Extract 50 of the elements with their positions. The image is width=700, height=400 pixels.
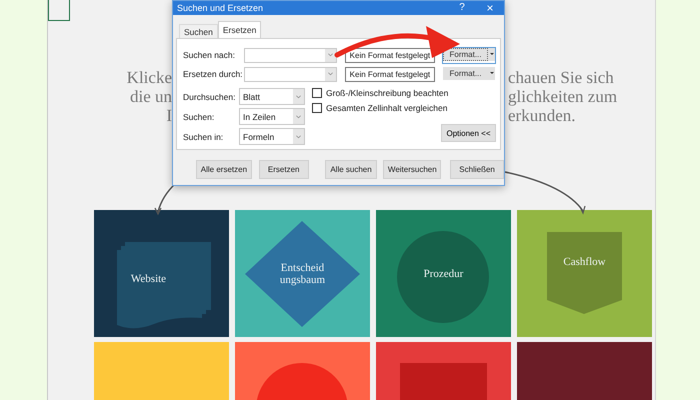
- chevron-down-icon: [296, 134, 301, 138]
- format-button[interactable]: Format...: [443, 48, 488, 60]
- dialog-button[interactable]: Schließen: [450, 160, 504, 179]
- option-label: Durchsuchen:: [183, 92, 236, 102]
- close-button[interactable]: ×: [476, 2, 504, 14]
- checkbox[interactable]: [312, 103, 322, 113]
- shape-tile[interactable]: Cashflow: [517, 210, 652, 337]
- tab[interactable]: Suchen: [179, 24, 218, 38]
- checkbox-label: Gesamten Zellinhalt vergleichen: [326, 103, 448, 113]
- checkbox-label: Groß-/Kleinschreibung beachten: [326, 88, 448, 98]
- tab[interactable]: Ersetzen: [218, 21, 262, 38]
- dialog-button[interactable]: Weitersuchen: [383, 160, 442, 179]
- tile-label: Website: [130, 272, 166, 284]
- shape-tile[interactable]: Entscheid ungsbaum: [235, 210, 370, 337]
- chevron-down-icon: [328, 72, 333, 76]
- dropdown-field[interactable]: Blatt: [239, 88, 305, 105]
- option-label: Suchen in:: [183, 132, 224, 142]
- chevron-down-icon: [296, 94, 301, 98]
- shape-tile[interactable]: Website: [94, 210, 229, 337]
- window-title: Suchen und Ersetzen: [177, 3, 264, 13]
- dialog-button[interactable]: Alle suchen: [324, 160, 378, 179]
- intro-text: Klicke: [126, 68, 172, 87]
- dropdown-field[interactable]: Formeln: [239, 128, 305, 145]
- tile-label: Cashflow: [563, 256, 606, 268]
- help-button[interactable]: ?: [448, 2, 476, 14]
- field-label: Ersetzen durch:: [183, 69, 244, 79]
- checkbox[interactable]: [312, 88, 322, 98]
- combo-field[interactable]: [244, 66, 337, 82]
- intro-text: erkunden.: [508, 106, 576, 125]
- field-label: Suchen nach:: [183, 50, 236, 60]
- option-label: Suchen:: [183, 112, 216, 122]
- format-button[interactable]: Format...: [443, 66, 488, 80]
- intro-text: I: [166, 106, 172, 125]
- chevron-down-icon: [296, 114, 301, 118]
- intro-text: chauen Sie sich: [508, 68, 614, 87]
- dialog-button[interactable]: Ersetzen: [258, 160, 309, 179]
- dialog-button[interactable]: Alle ersetzen: [196, 160, 252, 179]
- intro-text: glichkeiten zum: [508, 87, 618, 106]
- combo-field[interactable]: [244, 48, 337, 62]
- options-button[interactable]: Optionen <<: [441, 124, 496, 142]
- dropdown-button[interactable]: [488, 48, 495, 60]
- intro-text: die un: [130, 87, 172, 106]
- tile-label: Prozedur: [424, 268, 464, 280]
- dropdown-field[interactable]: In Zeilen: [239, 108, 305, 125]
- format-preview: Kein Format festgelegt: [344, 66, 435, 82]
- chevron-down-icon: [328, 53, 333, 57]
- cell-cursor: [48, 0, 70, 21]
- tile-label: Entscheid ungsbaum: [278, 262, 326, 286]
- dropdown-button[interactable]: [488, 66, 495, 80]
- shape-tile[interactable]: Prozedur: [376, 210, 511, 337]
